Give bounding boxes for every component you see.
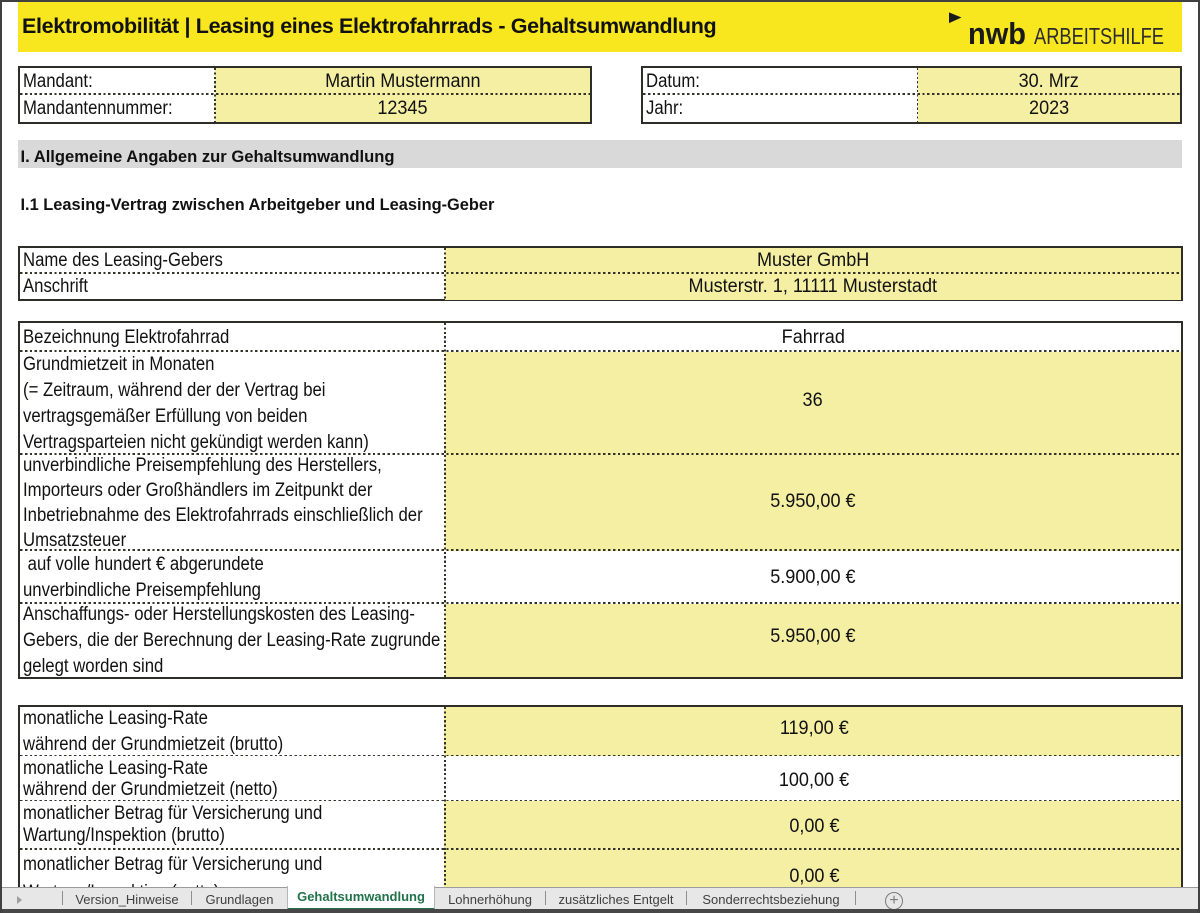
svg-text:ARBEITSHILFE: ARBEITSHILFE (1034, 23, 1164, 49)
svg-text:nwb: nwb (968, 16, 1026, 51)
